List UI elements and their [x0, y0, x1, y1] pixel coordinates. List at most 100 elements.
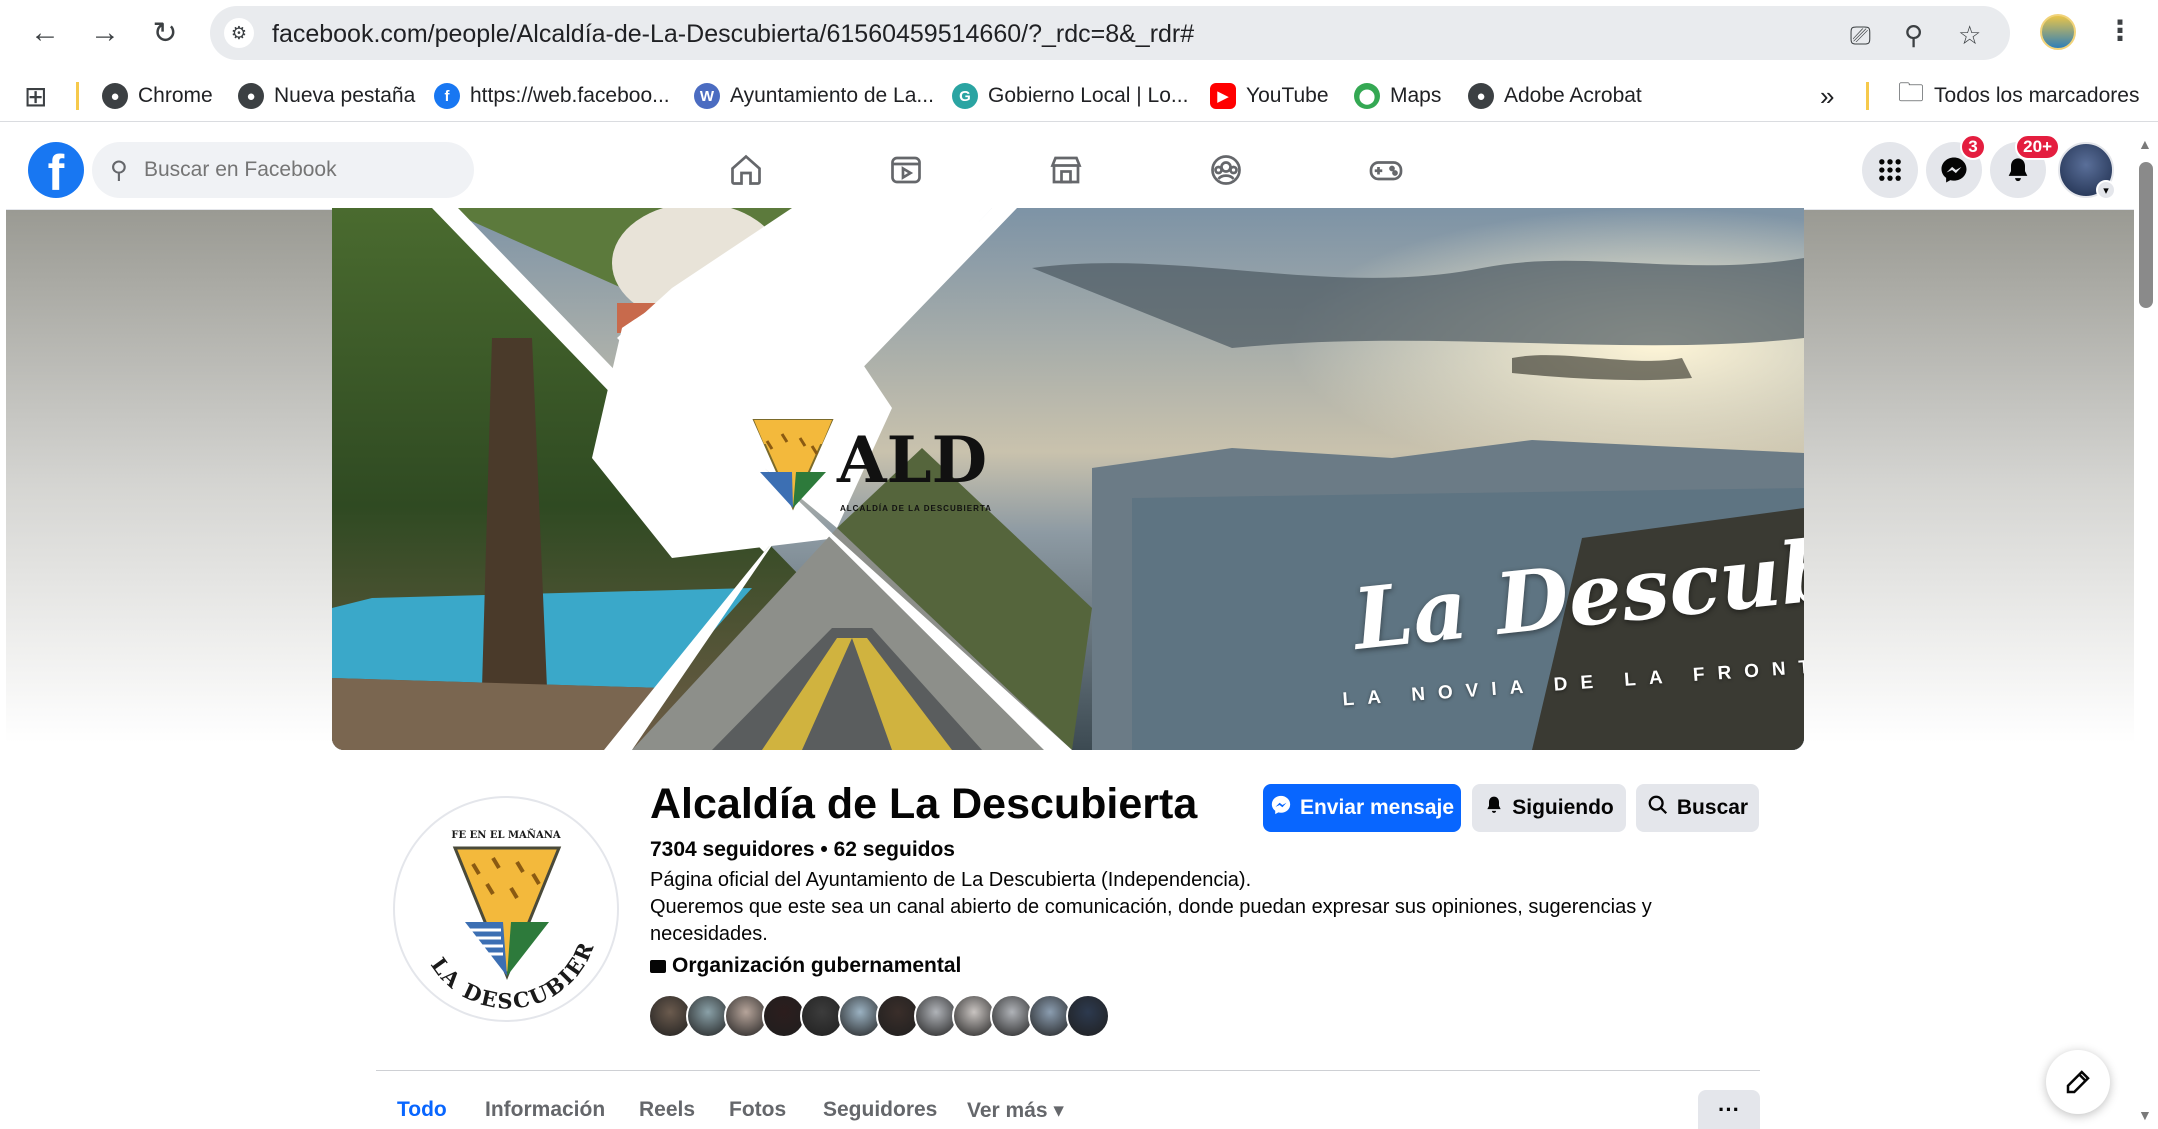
- menu-grid-icon[interactable]: [1862, 142, 1918, 198]
- profile-picture[interactable]: FE EN EL MAÑANA LA DESCUBIERTA: [393, 796, 619, 1022]
- home-icon[interactable]: [716, 144, 776, 196]
- address-bar[interactable]: ⚙ facebook.com/people/Alcaldía-de-La-Des…: [210, 6, 2010, 60]
- install-app-icon[interactable]: ⎚: [1850, 20, 1871, 52]
- site-info-icon[interactable]: ⚙: [224, 18, 254, 48]
- gobierno-icon: G: [952, 83, 978, 109]
- facebook-search-input[interactable]: [144, 152, 454, 188]
- folder-icon: 🗀: [1898, 77, 1925, 107]
- page-category: Organización gubernamental: [650, 954, 961, 978]
- page-description-line: necesidades.: [650, 923, 768, 945]
- youtube-icon: ▶: [1210, 83, 1236, 109]
- bookmark-gobierno-local[interactable]: G Gobierno Local | Lo...: [952, 80, 1188, 112]
- messenger-icon: [1941, 157, 1967, 183]
- profile-ring-text: LA DESCUBIERTA: [395, 798, 599, 1014]
- messenger-icon: [1270, 794, 1292, 822]
- page-category-label: Organización gubernamental: [672, 954, 962, 977]
- facebook-logo-icon[interactable]: f: [28, 142, 84, 198]
- more-options-button[interactable]: ···: [1698, 1090, 1760, 1129]
- tab-informacion[interactable]: Información: [485, 1098, 605, 1122]
- chrome-icon: ●: [102, 83, 128, 109]
- bookmark-label: Adobe Acrobat: [1504, 84, 1642, 107]
- facebook-header: f ⚲ 3 20+ ▾: [6, 130, 2136, 210]
- bookmark-new-tab[interactable]: ● Nueva pestaña: [238, 80, 415, 112]
- notifications-button[interactable]: 20+: [1990, 134, 2060, 198]
- tab-seguidores[interactable]: Seguidores: [823, 1098, 937, 1122]
- page-scrollbar[interactable]: ▲ ▼: [2134, 130, 2158, 1129]
- chrome-icon: ●: [238, 83, 264, 109]
- ald-logo-subtext: ALCALDÍA DE LA DESCUBIERTA: [840, 504, 992, 513]
- chrome-icon: ●: [1468, 83, 1494, 109]
- tab-reels[interactable]: Reels: [639, 1098, 695, 1122]
- browser-menu-icon[interactable]: ⋮: [2106, 14, 2134, 47]
- back-icon[interactable]: ←: [24, 12, 66, 54]
- following-button[interactable]: Siguiendo: [1472, 784, 1626, 832]
- following-label: Siguiendo: [1512, 796, 1614, 819]
- messenger-badge: 3: [1960, 134, 1986, 160]
- maps-icon: ⬤: [1354, 83, 1380, 109]
- bookmark-label: YouTube: [1246, 84, 1329, 107]
- tab-ver-mas[interactable]: Ver más ▾: [967, 1098, 1064, 1123]
- bookmark-adobe-acrobat[interactable]: ● Adobe Acrobat: [1468, 80, 1642, 112]
- scroll-thumb[interactable]: [2139, 162, 2153, 308]
- page-description-line: Página oficial del Ayuntamiento de La De…: [650, 869, 1252, 891]
- marketplace-icon[interactable]: [1036, 144, 1096, 196]
- followers-count[interactable]: 7304 seguidores • 62 seguidos: [650, 838, 955, 862]
- svg-text:LA DESCUBIERTA: LA DESCUBIERTA: [395, 798, 599, 1014]
- bookmark-ayuntamiento[interactable]: W Ayuntamiento de La...: [694, 80, 934, 112]
- bookmarks-separator: [1866, 82, 1869, 110]
- cover-photo[interactable]: ALD ALCALDÍA DE LA DESCUBIERTA La Descub…: [332, 208, 1804, 750]
- browser-profile-avatar[interactable]: [2040, 14, 2076, 50]
- url-text[interactable]: facebook.com/people/Alcaldía-de-La-Descu…: [272, 20, 1194, 49]
- bookmark-label: Gobierno Local | Lo...: [988, 84, 1189, 107]
- account-avatar[interactable]: ▾: [2058, 142, 2116, 200]
- groups-icon[interactable]: [1196, 144, 1256, 196]
- tabs-divider: [376, 1070, 1760, 1071]
- tab-fotos[interactable]: Fotos: [729, 1098, 786, 1122]
- bookmarks-bar: ⊞ ● Chrome ● Nueva pestaña f https://web…: [0, 70, 2158, 122]
- wordpress-icon: W: [694, 83, 720, 109]
- all-bookmarks-label: Todos los marcadores: [1934, 84, 2140, 107]
- messenger-button[interactable]: 3: [1926, 134, 1986, 198]
- bookmark-label: Ayuntamiento de La...: [730, 84, 934, 107]
- ald-logo-text: ALD: [837, 423, 988, 498]
- bookmark-youtube[interactable]: ▶ YouTube: [1210, 80, 1329, 112]
- bookmark-maps[interactable]: ⬤ Maps: [1354, 80, 1441, 112]
- search-icon: ⚲: [110, 157, 128, 184]
- bookmark-label: https://web.faceboo...: [470, 84, 670, 107]
- bookmark-chrome[interactable]: ● Chrome: [102, 80, 213, 112]
- forward-icon[interactable]: →: [84, 12, 126, 54]
- search-icon: [1647, 794, 1669, 822]
- page-description-line: Queremos que este sea un canal abierto d…: [650, 896, 1652, 918]
- bookmarks-separator: [76, 82, 79, 110]
- scroll-down-icon[interactable]: ▼: [2138, 1107, 2152, 1123]
- browser-toolbar: ← → ↻ ⚙ facebook.com/people/Alcaldía-de-…: [0, 0, 2158, 66]
- chevron-down-icon: ▾: [2096, 180, 2116, 200]
- bookmark-star-icon[interactable]: ☆: [1958, 20, 1981, 51]
- tab-todo[interactable]: Todo: [397, 1098, 447, 1122]
- reload-icon[interactable]: ↻: [144, 12, 186, 54]
- cover-image: [332, 208, 1804, 750]
- bell-icon: [2008, 158, 2028, 182]
- apps-icon[interactable]: ⊞: [24, 80, 47, 112]
- page-title[interactable]: Alcaldía de La Descubierta: [650, 780, 1197, 829]
- follower-avatar[interactable]: [1066, 994, 1110, 1038]
- all-bookmarks-button[interactable]: 🗀 Todos los marcadores: [1898, 77, 2140, 112]
- briefcase-icon: [650, 959, 666, 973]
- facebook-search[interactable]: ⚲: [92, 142, 474, 198]
- notifications-badge: 20+: [2015, 134, 2060, 160]
- bookmarks-overflow-button[interactable]: »: [1820, 80, 1834, 112]
- page-search-label: Buscar: [1676, 796, 1749, 819]
- compose-icon: [2066, 1070, 2090, 1094]
- video-icon[interactable]: [876, 144, 936, 196]
- send-message-label: Enviar mensaje: [1299, 796, 1455, 819]
- ald-shield-icon: [752, 419, 834, 511]
- new-message-button[interactable]: [2046, 1050, 2110, 1114]
- page-search-button[interactable]: Buscar: [1636, 784, 1759, 832]
- scroll-up-icon[interactable]: ▲: [2138, 136, 2152, 152]
- grid-icon: ⊞: [24, 80, 48, 112]
- zoom-icon[interactable]: ⚲: [1904, 20, 1923, 51]
- bookmark-label: Chrome: [138, 84, 213, 107]
- send-message-button[interactable]: Enviar mensaje: [1263, 784, 1461, 832]
- bookmark-facebook[interactable]: f https://web.faceboo...: [434, 80, 670, 112]
- gaming-icon[interactable]: [1356, 144, 1416, 196]
